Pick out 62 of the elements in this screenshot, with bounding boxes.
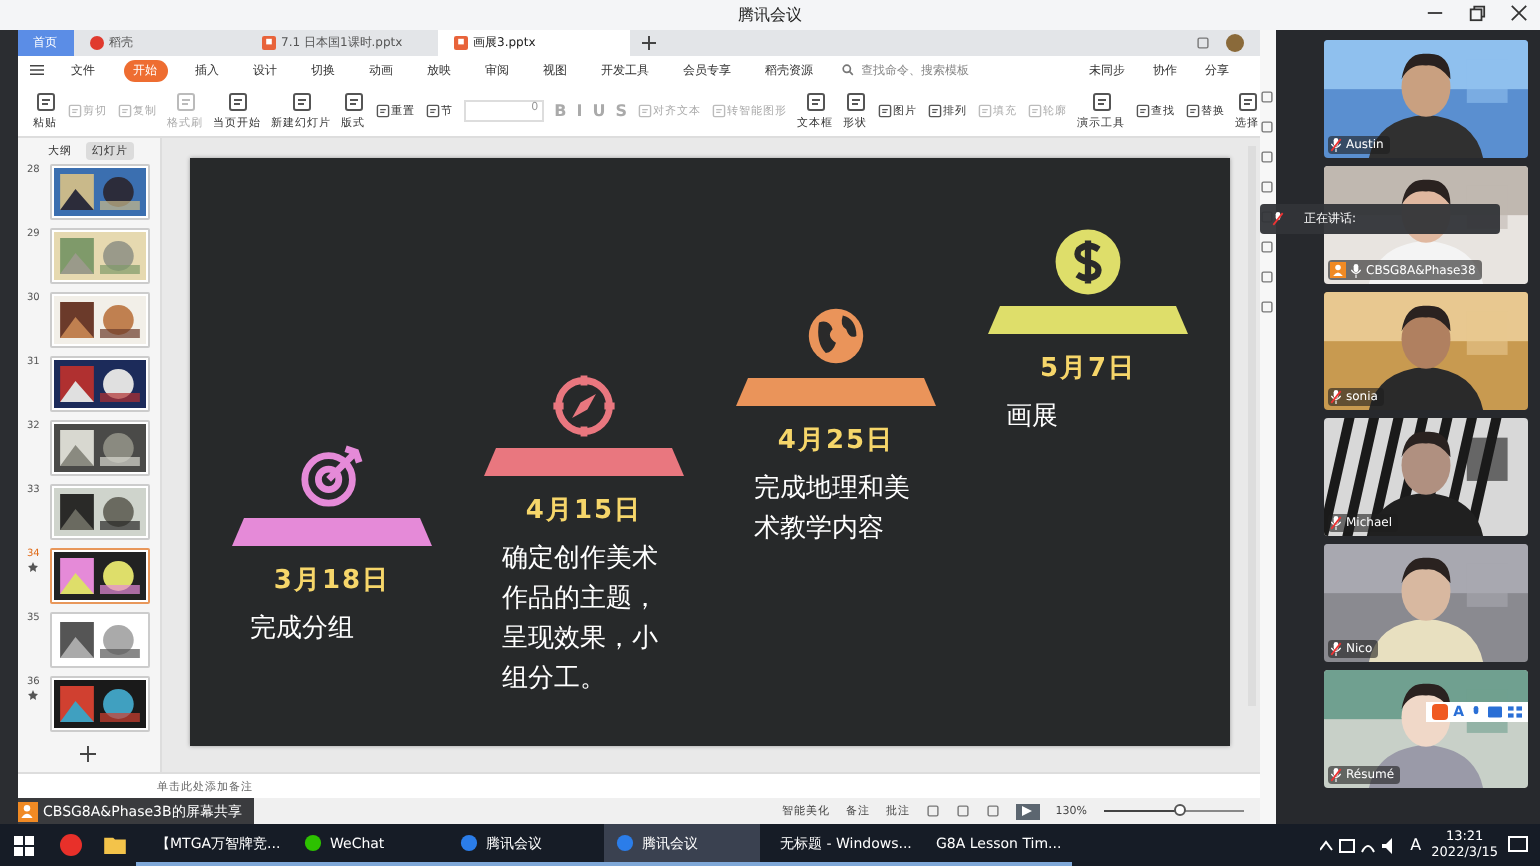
presentation-file-icon [453,36,467,50]
search-icon [841,64,853,76]
milestone-text: 画展 [1006,400,1060,436]
document-icon [927,103,941,117]
slide-thumbnail[interactable] [49,356,149,412]
input-language-indicator[interactable]: A [1410,836,1422,854]
milestone-date: 5月7日 [1039,352,1137,386]
presentation-file-icon [261,36,275,50]
document-icon [1091,91,1111,111]
dollar-coin-icon [1052,226,1124,298]
document-icon [877,103,891,117]
notification-icon[interactable] [1508,836,1528,854]
milestone-text: 完成分组 [250,612,356,648]
slide-thumbnail[interactable] [49,612,149,668]
document-icon [1237,91,1257,111]
logo-icon [89,36,103,50]
document-icon [375,103,389,117]
slide-thumbnail[interactable] [49,676,149,732]
document-icon [1185,103,1199,117]
slide-thumbnail[interactable] [49,548,149,604]
target-icon [298,442,366,510]
document-icon [845,91,865,111]
grid-icon[interactable] [1508,706,1522,718]
slide-thumbnail[interactable] [49,484,149,540]
document-icon [227,91,247,111]
slide-thumbnail[interactable] [49,420,149,476]
muted-mic-icon [1272,212,1284,226]
document-icon [67,103,81,117]
milestone-text: 确定创作美术作品的主题，呈现效果，小组分工。 [502,542,660,699]
avatar-icon[interactable] [1225,34,1243,52]
restore-icon[interactable] [1468,4,1486,22]
app-icon [304,834,322,852]
document-icon [175,91,195,111]
compass-icon [550,372,618,440]
milestone-date: 4月25日 [777,424,895,458]
document-icon [711,103,725,117]
document-icon [35,91,55,111]
milestone-date: 3月18日 [273,564,391,598]
slide-thumbnail[interactable] [49,228,149,284]
document-icon [1135,103,1149,117]
document-icon [637,103,651,117]
document-icon [117,103,131,117]
milestone-text: 完成地理和美术教学内容 [754,472,912,549]
document-icon [1027,103,1041,117]
slide-thumbnail[interactable] [49,164,149,220]
document-icon [343,91,363,111]
mic-icon[interactable] [1470,705,1482,719]
document-icon [977,103,991,117]
milestone-date: 4月15日 [525,494,643,528]
keyboard-icon[interactable] [1488,706,1502,718]
window-title: 腾讯会议 [738,4,802,26]
document-icon [425,103,439,117]
slide-thumbnail[interactable] [49,292,149,348]
document-icon [291,91,311,111]
play-button[interactable] [1015,803,1040,819]
app-icon [460,834,478,852]
menu-icon[interactable] [29,64,43,76]
close-icon[interactable] [1510,4,1528,22]
app-icon [616,834,634,852]
document-icon [805,91,825,111]
play-icon [1022,806,1033,816]
person-icon [17,801,37,821]
